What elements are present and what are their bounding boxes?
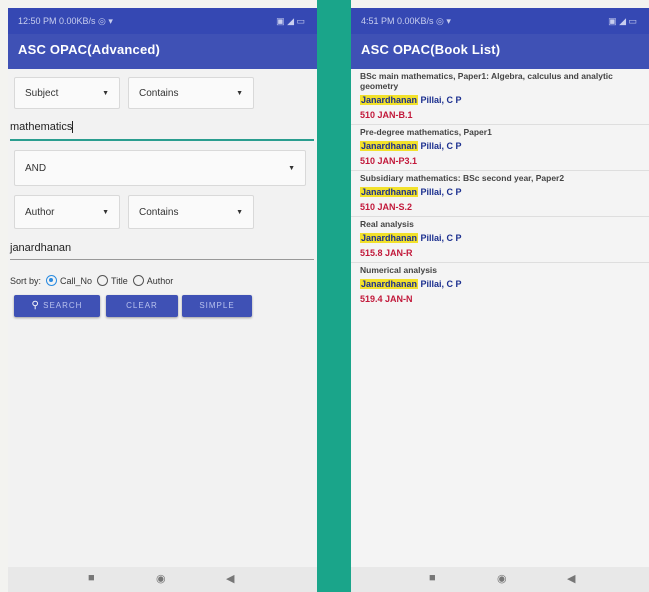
op2-select-value: Contains <box>139 207 179 218</box>
term2-underline <box>10 259 314 260</box>
author-highlight: Janardhanan <box>360 95 419 105</box>
sort-author-radio[interactable] <box>132 275 144 286</box>
home-icon[interactable]: ◉ <box>156 572 166 585</box>
sort-title-label: Title <box>111 275 128 286</box>
sort-label: Sort by: <box>10 275 42 286</box>
advanced-search-screen: 12:50 PM 0.00KB/s ◎ ▾ ▣ ◢ ▭ ASC OPAC(Adv… <box>8 8 317 592</box>
search-icon: ⚲ <box>31 300 40 311</box>
back-icon[interactable]: ◀ <box>567 572 575 585</box>
dropdown-arrow-icon: ▼ <box>288 165 295 172</box>
status-bar: 4:51 PM 0.00KB/s ◎ ▾ ▣ ◢ ▭ <box>351 8 649 34</box>
simple-button-label: SIMPLE <box>199 301 235 310</box>
sort-callno-radio[interactable] <box>46 275 58 286</box>
app-bar-title: ASC OPAC(Advanced) <box>8 34 317 69</box>
author-rest: Pillai, C P <box>418 233 462 243</box>
dropdown-arrow-icon: ▼ <box>236 209 243 216</box>
term1-input[interactable]: mathematics​ <box>10 121 74 133</box>
search-button-label: SEARCH <box>43 301 83 310</box>
author-highlight: Janardhanan <box>360 233 419 243</box>
field1-select-value: Subject <box>25 88 59 99</box>
clear-button[interactable]: CLEAR <box>106 295 178 317</box>
book-list: BSc main mathematics, Paper1: Algebra, c… <box>351 69 649 567</box>
status-icons: ▣ ◢ ▭ <box>608 16 637 26</box>
book-author: Janardhanan Pillai, C P <box>360 140 643 152</box>
term1-value: mathematics <box>10 121 73 133</box>
status-bar-left: 4:51 PM 0.00KB/s ◎ ▾ <box>361 16 451 26</box>
author-highlight: Janardhanan <box>360 279 419 289</box>
app-bar-title: ASC OPAC(Book List) <box>351 34 649 69</box>
author-rest: Pillai, C P <box>418 187 462 197</box>
book-title: Real analysis <box>360 219 414 229</box>
book-title: Pre-degree mathematics, Paper1 <box>360 127 492 137</box>
book-author: Janardhanan Pillai, C P <box>360 278 643 290</box>
back-icon[interactable]: ◀ <box>226 572 234 585</box>
photo-divider <box>317 0 351 592</box>
search-form: Subject ▼ Contains ▼ mathematics​ AND ▼ … <box>8 69 317 567</box>
call-number: 510 JAN-S.2 <box>360 202 413 212</box>
home-icon[interactable]: ◉ <box>497 572 507 585</box>
book-title: BSc main mathematics, Paper1: Algebra, c… <box>360 71 613 91</box>
author-highlight: Janardhanan <box>360 141 419 151</box>
simple-button[interactable]: SIMPLE <box>182 295 252 317</box>
book-list-item[interactable]: Real analysis Janardhanan Pillai, C P 51… <box>351 217 649 263</box>
recent-apps-icon[interactable]: ■ <box>88 572 95 584</box>
call-number: 510 JAN-P3.1 <box>360 156 418 166</box>
recent-apps-icon[interactable]: ■ <box>429 572 436 584</box>
clear-button-label: CLEAR <box>126 301 158 310</box>
author-rest: Pillai, C P <box>418 95 462 105</box>
author-rest: Pillai, C P <box>418 279 462 289</box>
navigation-bar: ■ ◉ ◀ <box>351 567 649 592</box>
book-list-item[interactable]: Numerical analysis Janardhanan Pillai, C… <box>351 263 649 308</box>
op1-select-value: Contains <box>139 88 179 99</box>
field2-select-value: Author <box>25 207 55 218</box>
status-icons: ▣ ◢ ▭ <box>276 16 305 26</box>
book-author: Janardhanan Pillai, C P <box>360 232 643 244</box>
book-author: Janardhanan Pillai, C P <box>360 94 643 106</box>
dropdown-arrow-icon: ▼ <box>102 209 109 216</box>
book-title: Numerical analysis <box>360 265 438 275</box>
dropdown-arrow-icon: ▼ <box>102 90 109 97</box>
text-cursor: ​ <box>72 121 74 133</box>
search-button[interactable]: ⚲ SEARCH <box>14 295 100 317</box>
call-number: 510 JAN-B.1 <box>360 110 413 120</box>
field1-select[interactable]: Subject ▼ <box>14 77 120 109</box>
book-list-screen: 4:51 PM 0.00KB/s ◎ ▾ ▣ ◢ ▭ ASC OPAC(Book… <box>351 8 649 592</box>
op2-select[interactable]: Contains ▼ <box>128 195 254 229</box>
book-list-item[interactable]: BSc main mathematics, Paper1: Algebra, c… <box>351 69 649 125</box>
dropdown-arrow-icon: ▼ <box>236 90 243 97</box>
navigation-bar: ■ ◉ ◀ <box>8 567 317 592</box>
book-title: Subsidiary mathematics: BSc second year,… <box>360 173 565 183</box>
call-number: 519.4 JAN-N <box>360 294 413 304</box>
sort-options: Sort by: Call_No Title Author <box>10 275 173 286</box>
status-bar-left: 12:50 PM 0.00KB/s ◎ ▾ <box>18 16 113 26</box>
book-list-item[interactable]: Pre-degree mathematics, Paper1 Janardhan… <box>351 125 649 171</box>
sort-callno-label: Call_No <box>60 275 93 286</box>
book-list-item[interactable]: Subsidiary mathematics: BSc second year,… <box>351 171 649 217</box>
sort-title-radio[interactable] <box>97 275 109 286</box>
boolean-operator-select[interactable]: AND ▼ <box>14 150 306 186</box>
author-highlight: Janardhanan <box>360 187 419 197</box>
call-number: 515.8 JAN-R <box>360 248 413 258</box>
author-rest: Pillai, C P <box>418 141 462 151</box>
sort-author-label: Author <box>146 275 174 286</box>
term2-value: janardhanan <box>10 242 72 254</box>
book-author: Janardhanan Pillai, C P <box>360 186 643 198</box>
op1-select[interactable]: Contains ▼ <box>128 77 254 109</box>
term2-input[interactable]: janardhanan <box>10 242 71 254</box>
status-bar: 12:50 PM 0.00KB/s ◎ ▾ ▣ ◢ ▭ <box>8 8 317 34</box>
term1-underline <box>10 139 314 141</box>
field2-select[interactable]: Author ▼ <box>14 195 120 229</box>
boolean-operator-value: AND <box>25 163 47 174</box>
